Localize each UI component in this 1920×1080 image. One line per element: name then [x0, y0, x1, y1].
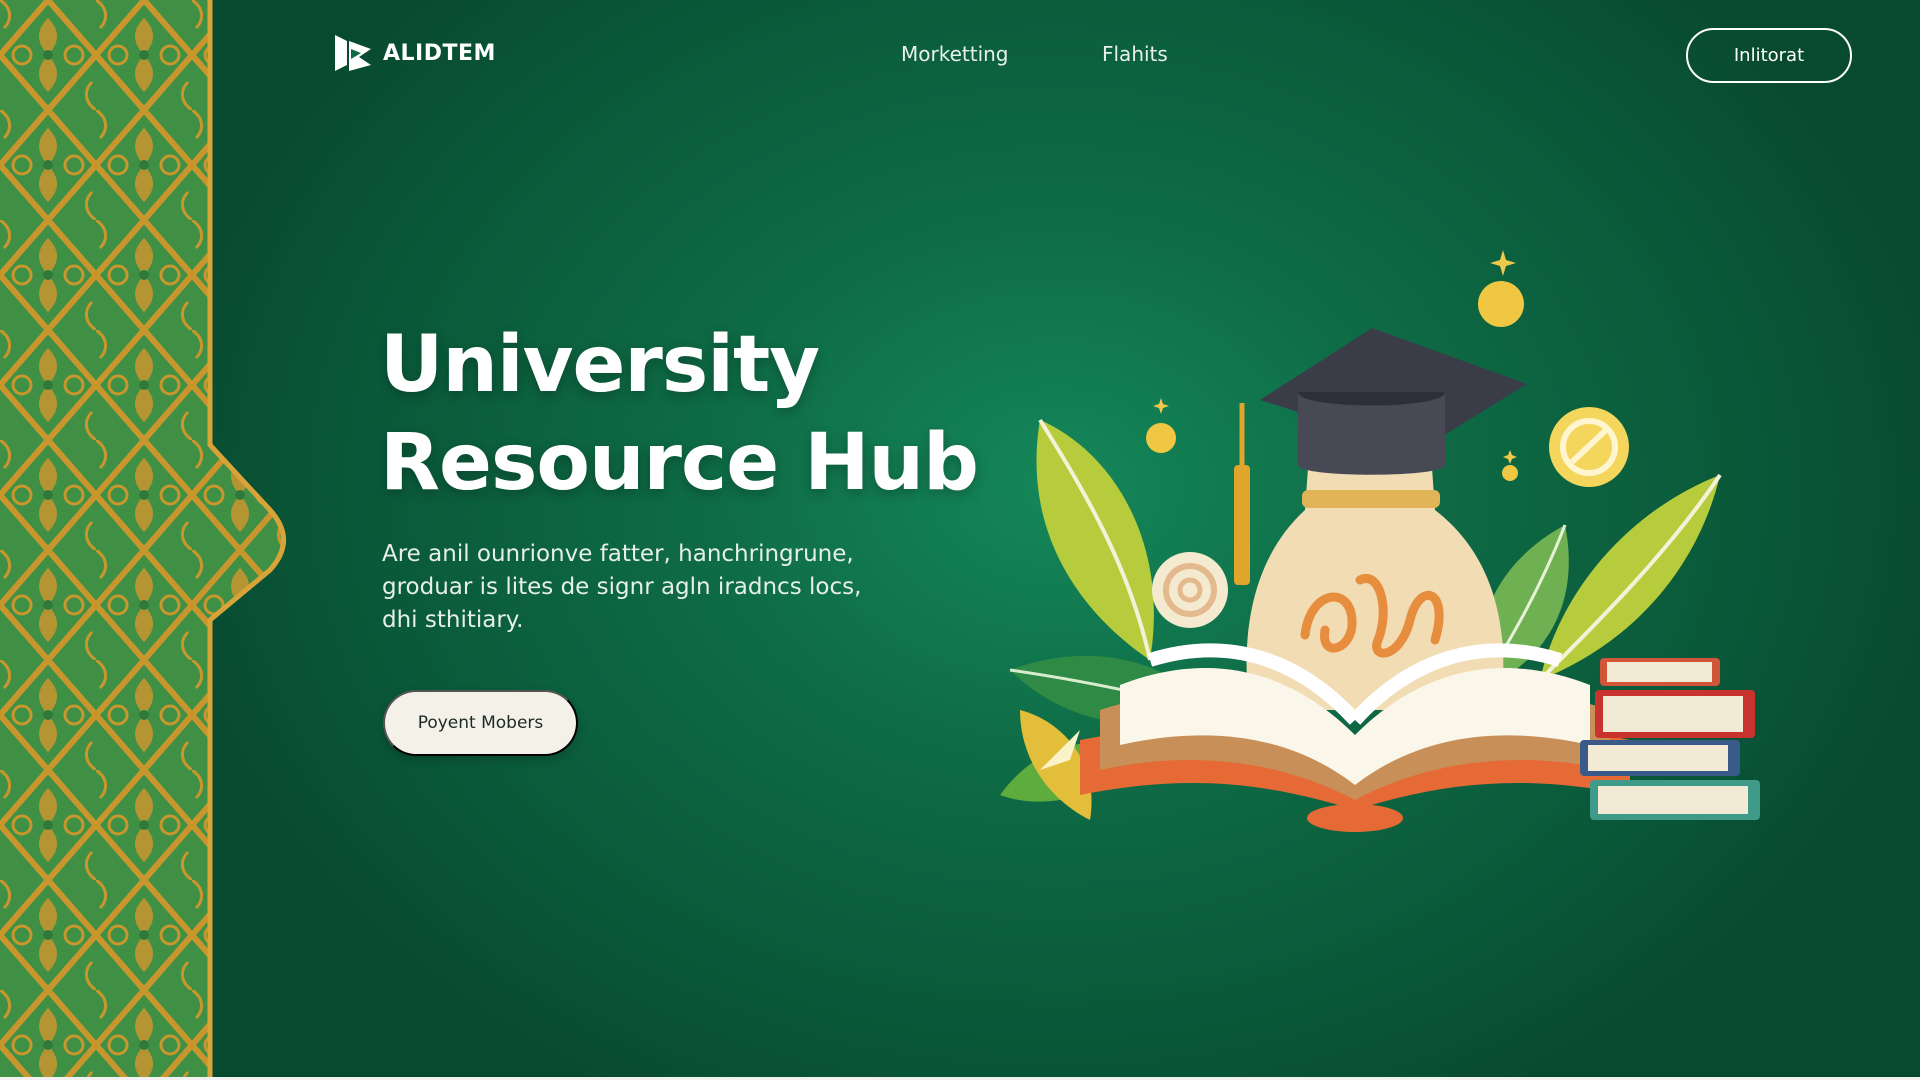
- hero-description-line3: dhi sthitiary.: [382, 607, 524, 633]
- logo-text: ALIDTEM: [383, 40, 496, 66]
- hero-title: University Resource Hub: [380, 316, 979, 512]
- hero-description-line2: groduar is lites de signr agln iradncs l…: [382, 574, 862, 600]
- hero-description: Are anil ounrionve fatter, hanchringrune…: [382, 538, 902, 637]
- hero-cta-button[interactable]: Poyent Mobers: [383, 690, 578, 756]
- hero-illustration: [1000, 250, 1760, 832]
- nav-action-button[interactable]: Inlitorat: [1686, 28, 1852, 83]
- nav-link-morketting[interactable]: Morketting: [901, 42, 1009, 66]
- landing-page: ALIDTEM Morketting Flahits Inlitorat Uni…: [0, 0, 1920, 1080]
- logo-icon: [335, 35, 371, 71]
- logo[interactable]: ALIDTEM: [331, 31, 496, 75]
- coin-icon: [1478, 281, 1524, 327]
- decorative-pattern-panel: [0, 0, 286, 1077]
- hero-description-line1: Are anil ounrionve fatter, hanchringrune…: [382, 541, 854, 567]
- nav-link-flahits[interactable]: Flahits: [1102, 42, 1168, 66]
- hero-title-line2: Resource Hub: [380, 418, 979, 508]
- hero-title-line1: University: [380, 320, 820, 410]
